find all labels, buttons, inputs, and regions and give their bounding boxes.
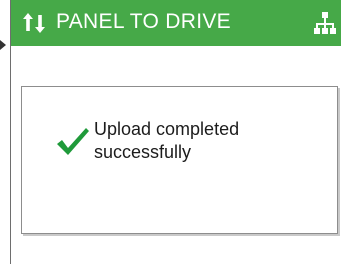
hierarchy-icon[interactable] bbox=[313, 11, 337, 35]
status-message: Upload completed successfully bbox=[94, 119, 240, 162]
transfer-arrows-icon bbox=[22, 11, 46, 35]
title-bar: PANEL TO DRIVE bbox=[11, 0, 341, 46]
status-dialog: Upload completed successfully bbox=[21, 86, 338, 234]
selection-pointer bbox=[0, 37, 10, 50]
page-title: PANEL TO DRIVE bbox=[56, 10, 231, 33]
checkmark-icon bbox=[56, 127, 90, 157]
panel-screen: PANEL TO DRIVE Upload completed successf… bbox=[10, 0, 341, 264]
